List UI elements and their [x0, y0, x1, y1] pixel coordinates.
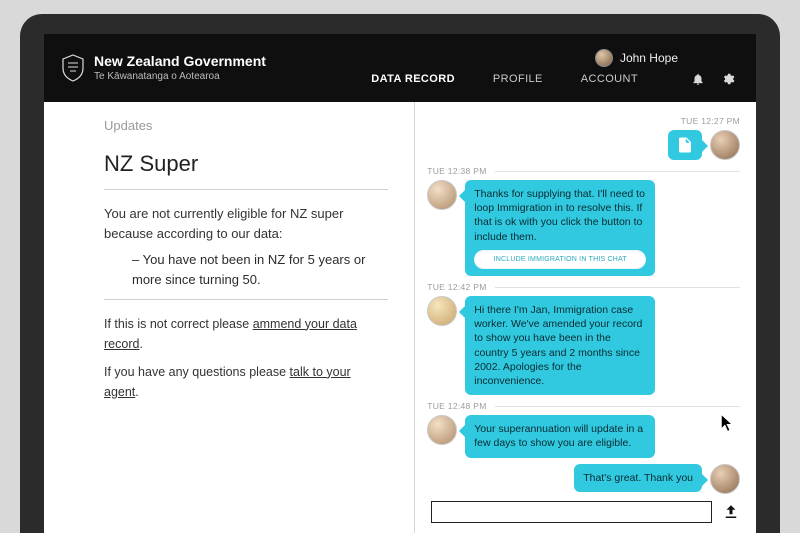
- timestamp-label: TUE 12:27 PM: [681, 116, 740, 126]
- brand-subtitle: Te Kāwanatanga o Aotearoa: [94, 71, 266, 82]
- avatar: [427, 180, 457, 210]
- bell-icon[interactable]: [690, 71, 706, 87]
- avatar: [427, 296, 457, 326]
- message-bubble: That's great. Thank you: [574, 464, 702, 492]
- message-in: Your superannuation will update in a few…: [427, 415, 740, 457]
- brand: New Zealand Government Te Kāwanatanga o …: [60, 53, 266, 83]
- message-text: Thanks for supplying that. I'll need to …: [474, 188, 645, 243]
- footer-line-1: If this is not correct please ammend you…: [104, 314, 388, 354]
- nav-item-data-record[interactable]: DATA RECORD: [371, 73, 455, 85]
- timestamp: TUE 12:38 PM: [427, 166, 740, 176]
- main-nav: DATA RECORD PROFILE ACCOUNT: [371, 71, 736, 87]
- timestamp-label: TUE 12:48 PM: [427, 401, 486, 411]
- avatar: [595, 49, 613, 67]
- message-bubble: Hi there I'm Jan, Immigration case worke…: [465, 296, 655, 395]
- divider: [104, 299, 388, 300]
- message-bubble: Your superannuation will update in a few…: [465, 415, 655, 457]
- send-button[interactable]: [722, 503, 740, 521]
- app-header: New Zealand Government Te Kāwanatanga o …: [44, 34, 756, 102]
- message-out: That's great. Thank you: [427, 464, 740, 494]
- timestamp: TUE 12:42 PM: [427, 282, 740, 292]
- avatar: [427, 415, 457, 445]
- message-text: Hi there I'm Jan, Immigration case worke…: [474, 304, 642, 387]
- footer-text: If you have any questions please: [104, 365, 290, 379]
- timestamp-label: TUE 12:42 PM: [427, 282, 486, 292]
- section-label: Updates: [104, 118, 388, 133]
- user-block[interactable]: John Hope: [595, 49, 736, 67]
- avatar: [710, 464, 740, 494]
- timestamp-label: TUE 12:38 PM: [427, 166, 486, 176]
- timestamp: TUE 12:27 PM: [427, 116, 740, 126]
- brand-title: New Zealand Government: [94, 54, 266, 69]
- footer-text: If this is not correct please: [104, 317, 253, 331]
- chat-panel: TUE 12:27 PM TUE 12:38 PM: [414, 102, 756, 533]
- gear-icon[interactable]: [720, 71, 736, 87]
- message-out-attachment: [427, 130, 740, 160]
- username: John Hope: [620, 51, 678, 65]
- document-panel: Updates NZ Super You are not currently e…: [44, 102, 414, 533]
- attachment-bubble[interactable]: [668, 130, 702, 160]
- avatar: [710, 130, 740, 160]
- compose-bar: [415, 495, 756, 533]
- footer-text: .: [139, 337, 142, 351]
- timestamp: TUE 12:48 PM: [427, 401, 740, 411]
- nav-item-account[interactable]: ACCOUNT: [581, 73, 638, 85]
- message-in: Hi there I'm Jan, Immigration case worke…: [427, 296, 740, 395]
- crest-icon: [60, 53, 86, 83]
- message-text: Your superannuation will update in a few…: [474, 423, 643, 449]
- intro-text: You are not currently eligible for NZ su…: [104, 204, 388, 244]
- nav-item-profile[interactable]: PROFILE: [493, 73, 543, 85]
- compose-input[interactable]: [431, 501, 712, 523]
- page-title: NZ Super: [104, 151, 388, 177]
- footer-line-2: If you have any questions please talk to…: [104, 362, 388, 402]
- divider: [104, 189, 388, 190]
- include-immigration-button[interactable]: INCLUDE IMMIGRATION IN THIS CHAT: [474, 250, 646, 269]
- upload-icon: [722, 503, 740, 521]
- message-in: Thanks for supplying that. I'll need to …: [427, 180, 740, 276]
- message-text: That's great. Thank you: [583, 472, 693, 484]
- document-icon: [676, 136, 694, 154]
- footer-text: .: [135, 385, 138, 399]
- message-bubble: Thanks for supplying that. I'll need to …: [465, 180, 655, 276]
- reason-text: – You have not been in NZ for 5 years or…: [132, 250, 388, 290]
